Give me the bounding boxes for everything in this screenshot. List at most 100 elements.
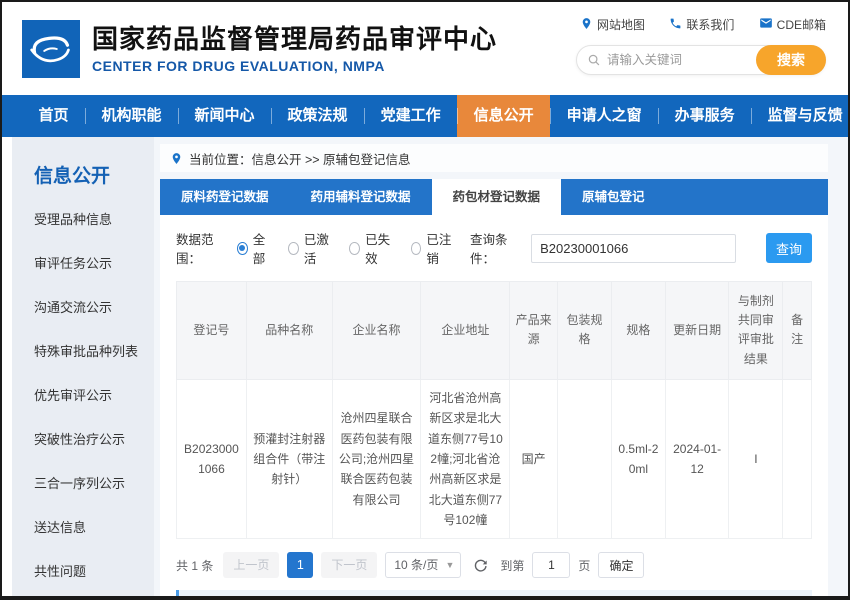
main-nav: 首页 机构职能 新闻中心 政策法规 党建工作 信息公开 申请人之窗 办事服务 监…: [2, 95, 848, 137]
site-subtitle: CENTER FOR DRUG EVALUATION, NMPA: [92, 58, 497, 74]
cell-variety-name: 预灌封注射器组合件（带注射针）: [246, 379, 332, 539]
cell-registration-no: B20230001066: [177, 379, 247, 539]
nav-item-supervision[interactable]: 监督与反馈: [751, 95, 850, 137]
radio-activated-label: 已激活: [304, 229, 334, 267]
tab-bar: 原料药登记数据 药用辅料登记数据 药包材登记数据 原辅包登记: [160, 179, 828, 215]
tab-api-registration[interactable]: 原料药登记数据: [160, 179, 290, 215]
cell-packaging-spec: [557, 379, 611, 539]
content-panel: 原料药登记数据 药用辅料登记数据 药包材登记数据 原辅包登记 数据范围： 全部: [160, 179, 828, 596]
next-page-button[interactable]: 下一页: [321, 552, 377, 578]
quick-links: 网站地图 联系我们 CDE邮箱: [576, 16, 826, 33]
page-size-value: 10 条/页: [394, 558, 438, 572]
radio-expired-icon: [349, 242, 360, 255]
col-packaging-spec: 包装规格: [557, 282, 611, 380]
col-company-address: 企业地址: [421, 282, 510, 380]
site-title: 国家药品监督管理局药品审评中心: [92, 23, 497, 56]
radio-cancelled-label: 已注销: [426, 229, 456, 267]
tab-excipient-registration[interactable]: 药用辅料登记数据: [290, 179, 432, 215]
nav-item-applicant-window[interactable]: 申请人之窗: [550, 95, 658, 137]
goto-page-input[interactable]: [532, 552, 570, 578]
data-range-radio-group: 全部 已激活 已失效 已注销: [237, 229, 456, 267]
cell-joint-review-result: I: [729, 379, 783, 539]
sidebar-item-common-issues[interactable]: 共性问题: [12, 548, 154, 592]
col-registration-no: 登记号: [177, 282, 247, 380]
phone-icon: [669, 17, 682, 33]
nav-item-policies[interactable]: 政策法规: [271, 95, 364, 137]
breadcrumb-pin-icon: [170, 152, 183, 165]
contact-us-link[interactable]: 联系我们: [669, 16, 734, 33]
sidebar-item-accepted-varieties[interactable]: 受理品种信息: [12, 196, 154, 240]
main-content: 当前位置：信息公开 >> 原辅包登记信息 原料药登记数据 药用辅料登记数据 药包…: [154, 137, 848, 596]
col-update-date: 更新日期: [665, 282, 729, 380]
radio-activated-icon: [288, 242, 299, 255]
nav-item-info-disclosure[interactable]: 信息公开: [457, 95, 550, 137]
radio-all-icon: [237, 242, 248, 255]
body-row: 信息公开 受理品种信息 审评任务公示 沟通交流公示 特殊审批品种列表 优先审评公…: [2, 137, 848, 596]
sitemap-link[interactable]: 网站地图: [580, 16, 645, 33]
breadcrumb: 当前位置：信息公开 >> 原辅包登记信息: [160, 144, 828, 172]
radio-cancelled[interactable]: 已注销: [411, 229, 456, 267]
query-button[interactable]: 查询: [766, 233, 812, 263]
radio-activated[interactable]: 已激活: [288, 229, 333, 267]
notes-box: 说明： 1. 数据范围 “全部” ，不包含 “已注销” 2. “与制剂共同审评审…: [176, 590, 812, 596]
goto-confirm-button[interactable]: 确定: [598, 552, 644, 578]
sitemap-label: 网站地图: [597, 16, 645, 33]
query-condition-label: 查询条件：: [470, 229, 523, 267]
header-right: 网站地图 联系我们 CDE邮箱: [576, 16, 826, 75]
goto-page-label: 到第: [500, 557, 524, 574]
sidebar-item-priority-review[interactable]: 优先审评公示: [12, 372, 154, 416]
sidebar-item-review-tasks[interactable]: 审评任务公示: [12, 240, 154, 284]
cde-website-page: 国家药品监督管理局药品审评中心 CENTER FOR DRUG EVALUATI…: [0, 0, 850, 600]
radio-all[interactable]: 全部: [237, 229, 272, 267]
sidebar-item-special-approval[interactable]: 特殊审批品种列表: [12, 328, 154, 372]
filter-row: 数据范围： 全部 已激活 已失效: [160, 215, 828, 279]
sidebar-item-clinical-trial-permission[interactable]: 临床试验默示许可: [12, 592, 154, 600]
table-row: B20230001066 预灌封注射器组合件（带注射针） 沧州四星联合医药包装有…: [177, 379, 812, 539]
data-range-label: 数据范围：: [176, 229, 229, 267]
search-icon: [587, 53, 601, 67]
refresh-icon[interactable]: [473, 558, 488, 573]
current-page-button[interactable]: 1: [287, 552, 313, 578]
site-search-input[interactable]: [607, 53, 757, 67]
site-search-button[interactable]: 搜索: [756, 45, 826, 75]
site-search-bar: 搜索: [576, 45, 826, 75]
cde-mail-link[interactable]: CDE邮箱: [759, 16, 826, 33]
prev-page-button[interactable]: 上一页: [223, 552, 279, 578]
nav-item-party[interactable]: 党建工作: [364, 95, 457, 137]
pagination: 共 1 条 上一页 1 下一页 10 条/页 ▼ 到第 页 确定: [176, 552, 812, 578]
radio-expired[interactable]: 已失效: [349, 229, 394, 267]
cell-company-address: 河北省沧州高新区求是北大道东侧77号102幢;河北省沧州高新区求是北大道东侧77…: [421, 379, 510, 539]
nav-item-news[interactable]: 新闻中心: [178, 95, 271, 137]
breadcrumb-text: 当前位置：信息公开 >> 原辅包登记信息: [189, 149, 411, 168]
sidebar-item-delivery-info[interactable]: 送达信息: [12, 504, 154, 548]
cde-logo-icon: [22, 20, 80, 78]
cde-mail-label: CDE邮箱: [777, 16, 826, 33]
nav-item-services[interactable]: 办事服务: [658, 95, 751, 137]
sidebar-item-communication[interactable]: 沟通交流公示: [12, 284, 154, 328]
contact-us-label: 联系我们: [686, 16, 734, 33]
radio-expired-label: 已失效: [365, 229, 395, 267]
envelope-icon: [759, 16, 773, 33]
page-size-select[interactable]: 10 条/页 ▼: [385, 552, 461, 578]
location-pin-icon: [580, 17, 593, 33]
table-header-row: 登记号 品种名称 企业名称 企业地址 产品来源 包装规格 规格 更新日期 与制剂…: [177, 282, 812, 380]
goto-page-unit: 页: [578, 557, 590, 574]
col-company-name: 企业名称: [332, 282, 421, 380]
sidebar-title: 信息公开: [12, 137, 154, 196]
registration-table: 登记号 品种名称 企业名称 企业地址 产品来源 包装规格 规格 更新日期 与制剂…: [176, 281, 812, 539]
tab-packaging-registration[interactable]: 药包材登记数据: [432, 179, 562, 215]
sidebar: 信息公开 受理品种信息 审评任务公示 沟通交流公示 特殊审批品种列表 优先审评公…: [12, 137, 154, 596]
sidebar-item-breakthrough-therapy[interactable]: 突破性治疗公示: [12, 416, 154, 460]
col-remarks: 备注: [783, 282, 812, 380]
query-condition-input[interactable]: [531, 234, 736, 263]
col-product-source: 产品来源: [510, 282, 558, 380]
nav-item-functions[interactable]: 机构职能: [85, 95, 178, 137]
radio-cancelled-icon: [411, 242, 422, 255]
tab-raw-aux-pack[interactable]: 原辅包登记: [561, 179, 666, 215]
cell-spec: 0.5ml-20ml: [611, 379, 665, 539]
col-spec: 规格: [611, 282, 665, 380]
cell-company-name: 沧州四星联合医药包装有限公司;沧州四星联合医药包装有限公司: [332, 379, 421, 539]
cell-update-date: 2024-01-12: [665, 379, 729, 539]
nav-item-home[interactable]: 首页: [22, 95, 85, 137]
sidebar-item-three-in-one[interactable]: 三合一序列公示: [12, 460, 154, 504]
